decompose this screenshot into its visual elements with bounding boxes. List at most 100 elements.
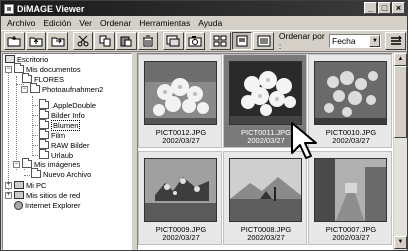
list-view-icon[interactable] [231, 32, 253, 50]
thumbnail-date: 2002/03/27 [162, 136, 200, 145]
thumbnail-image [144, 158, 217, 222]
tree-item-label: Film [51, 130, 66, 140]
desktop-icon [5, 55, 15, 63]
menu-bar: Archivo Edición Ver Ordenar Herramientas… [1, 16, 407, 29]
collapse-icon[interactable]: − [5, 65, 12, 73]
globe-icon [14, 200, 23, 210]
tree-item-label: Escritorio [17, 54, 49, 64]
tree-item-label: Mis documentos [26, 64, 81, 74]
thumbnail-date: 2002/03/27 [247, 233, 285, 242]
thumbnail-image [229, 158, 302, 222]
window-controls: _ □ × [364, 2, 405, 14]
thumbnail-view-icon[interactable] [209, 32, 231, 50]
folder-icon [39, 149, 49, 159]
menu-edicion[interactable]: Edición [39, 18, 75, 28]
window-title: DiMAGE Viewer [17, 3, 85, 14]
pc-icon [14, 181, 24, 189]
menu-ver[interactable]: Ver [75, 18, 96, 28]
collapse-icon[interactable]: − [13, 160, 20, 168]
sort-label: Ordenar por : [278, 31, 325, 51]
tree-item-mis-documentos[interactable]: − Mis documentos [5, 63, 81, 74]
paste-icon[interactable] [115, 32, 137, 50]
scroll-down-icon[interactable]: ▼ [394, 236, 407, 249]
tree-item-mis-sitios-de-red[interactable]: + Mis sitios de red [5, 190, 80, 200]
thumbnail-item[interactable]: PICT0012.JPG 2002/03/27 [138, 54, 222, 148]
thumbnail-image [229, 61, 302, 125]
copy-icon[interactable] [94, 32, 115, 50]
maximize-button[interactable]: □ [378, 2, 391, 14]
folder-icon [14, 63, 24, 73]
thumbnail-date: 2002/03/27 [162, 233, 200, 242]
tree-item-raw-bilder[interactable]: RAW Bilder [39, 139, 90, 150]
folder-icon [39, 129, 49, 139]
tree-item-label: Mis imágenes [34, 159, 81, 169]
mouse-pointer-icon [291, 122, 317, 159]
folder-icon [39, 139, 49, 149]
tree-item-label: Mi PC [26, 180, 47, 190]
folder-icon [22, 73, 32, 83]
tree-item-mi-pc[interactable]: + Mi PC [5, 180, 46, 190]
tree-item-label: Mis sitios de red [26, 190, 81, 200]
chevron-down-icon[interactable]: ▼ [369, 35, 381, 47]
tree-item-label: Nuevo Archivo [43, 169, 92, 179]
tree-item-label: FLORES [34, 74, 65, 84]
expand-icon[interactable]: + [5, 181, 12, 189]
vertical-scrollbar[interactable]: ▲ ▼ [394, 53, 407, 250]
camera-icon[interactable] [184, 32, 206, 50]
close-button[interactable]: × [392, 2, 405, 14]
network-icon [14, 191, 24, 199]
tree-item-label: Photoaufnahmen2 [42, 84, 104, 94]
thumbnail-image [314, 61, 387, 125]
tree-item-flores[interactable]: FLORES [22, 73, 65, 84]
menu-herramientas[interactable]: Herramientas [135, 18, 194, 28]
folder-icon [31, 168, 41, 178]
expand-icon[interactable]: + [5, 191, 12, 199]
thumbnail-image [144, 61, 217, 125]
tree-item-label: .AppleDouble [51, 100, 97, 110]
menu-ayuda[interactable]: Ayuda [194, 18, 226, 28]
thumbnail-image [314, 158, 387, 222]
sort-value: Fecha [332, 36, 356, 46]
sort-order-icon[interactable] [385, 32, 407, 50]
folder-icon [22, 158, 32, 168]
minimize-button[interactable]: _ [364, 2, 377, 14]
thumbnail-item[interactable]: PICT0007.JPG 2002/03/27 [308, 151, 392, 245]
scrollbar-thumb[interactable] [394, 66, 407, 138]
detail-view-icon[interactable] [253, 32, 274, 50]
tree-item-label: RAW Bilder [51, 140, 90, 150]
sort-select[interactable]: Fecha ▼ [329, 34, 382, 48]
folder-icon [30, 83, 40, 93]
folder-up-2-icon[interactable] [47, 32, 68, 50]
cut-icon[interactable] [72, 32, 94, 50]
thumbnail-item[interactable]: PICT0010.JPG 2002/03/27 [308, 54, 392, 148]
tree-item-label: Internet Explorer [25, 200, 81, 210]
folder-icon [39, 99, 49, 109]
tree-item-label: Bilder Info [51, 110, 85, 120]
open-folder-icon [39, 119, 49, 129]
tree-item-internet-explorer[interactable]: Internet Explorer [14, 200, 80, 210]
scroll-up-icon[interactable]: ▲ [394, 53, 407, 66]
thumbnail-grid: PICT0012.JPG 2002/03/27 PICT0011.JPG 200… [137, 53, 393, 250]
thumbnail-date: 2002/03/27 [332, 136, 370, 145]
toolbar: Ordenar por : Fecha ▼ [1, 30, 407, 52]
thumbnail-item[interactable]: PICT0009.JPG 2002/03/27 [138, 151, 222, 245]
tree-item-appledouble[interactable]: .AppleDouble [39, 99, 97, 110]
folder-tree: Escritorio − Mis documentos FLORES − Pho… [2, 53, 132, 250]
app-icon [4, 3, 14, 14]
tree-item-escritorio[interactable]: Escritorio [5, 54, 48, 64]
tree-item-photoaufnahmen2[interactable]: − Photoaufnahmen2 [21, 83, 104, 94]
open-folder-icon[interactable] [4, 32, 25, 50]
tree-item-label: Blumen [51, 119, 81, 131]
collapse-icon[interactable]: − [21, 85, 28, 93]
menu-archivo[interactable]: Archivo [3, 18, 39, 28]
tree-item-mis-imagenes[interactable]: − Mis imágenes [13, 158, 81, 169]
title-bar[interactable]: DiMAGE Viewer _ □ × [1, 1, 407, 16]
folder-icon [39, 109, 49, 119]
menu-ordenar[interactable]: Ordenar [96, 18, 135, 28]
thumbnail-item[interactable]: PICT0008.JPG 2002/03/27 [223, 151, 307, 245]
delete-icon[interactable] [137, 32, 159, 50]
slideshow-icon[interactable] [162, 32, 184, 50]
tree-item-nuevo-archivo[interactable]: Nuevo Archivo [31, 168, 92, 179]
thumbnail-date: 2002/03/27 [332, 233, 370, 242]
folder-up-icon[interactable] [25, 32, 47, 50]
